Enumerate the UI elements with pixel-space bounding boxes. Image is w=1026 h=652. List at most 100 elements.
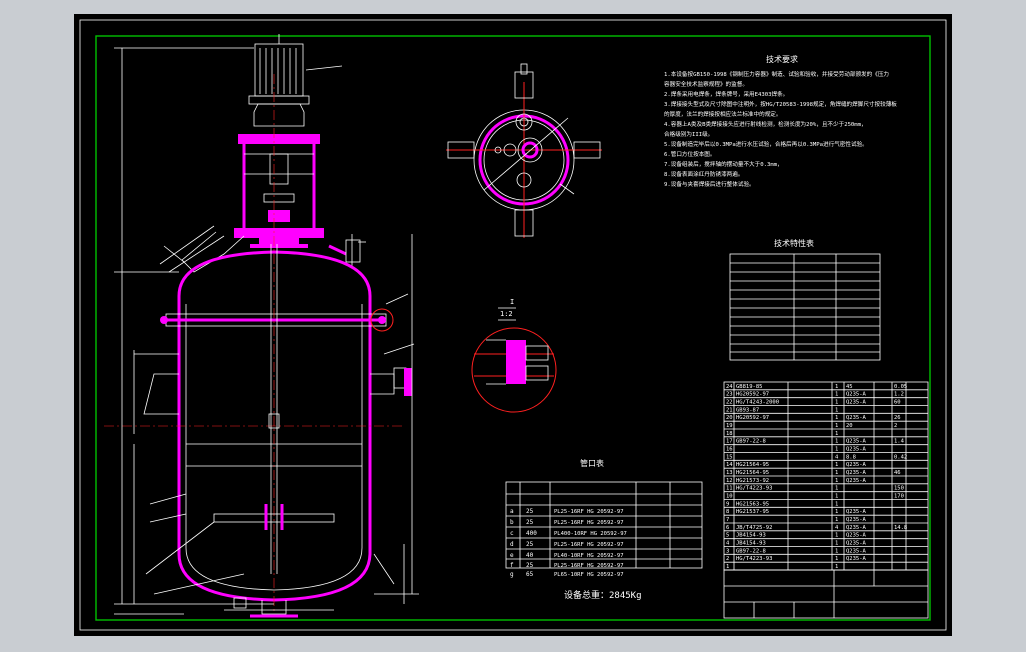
tech-req-line: 容器安全技术监察规程》的监督。 bbox=[664, 80, 748, 88]
parts-cell-no: 7 bbox=[726, 517, 729, 523]
parts-cell-mat: Q235-A bbox=[846, 517, 867, 523]
parts-cell-no: 15 bbox=[726, 454, 733, 460]
parts-cell-qty: 1 bbox=[835, 392, 838, 398]
parts-cell-no: 1 bbox=[726, 564, 729, 570]
nozzle-mark: e bbox=[510, 552, 514, 559]
parts-cell-mat: Q235-A bbox=[846, 548, 867, 554]
parts-cell-code: JB4154-93 bbox=[736, 541, 766, 547]
support-lug-left bbox=[143, 373, 179, 415]
parts-cell-qty: 1 bbox=[835, 400, 838, 406]
parts-cell-mat: 45 bbox=[846, 384, 853, 390]
parts-cell-no: 9 bbox=[726, 501, 729, 507]
nozzle-spec: PL25-16RF HG 20592-97 bbox=[554, 563, 624, 569]
parts-cell-no: 2 bbox=[726, 556, 729, 562]
parts-cell-qty: 1 bbox=[835, 423, 838, 429]
parts-cell-code: HG20592-97 bbox=[736, 392, 769, 398]
parts-cell-no: 20 bbox=[726, 415, 733, 421]
parts-cell-no: 23 bbox=[726, 392, 733, 398]
parts-cell-no: 13 bbox=[726, 470, 733, 476]
parts-cell-qty: 1 bbox=[835, 486, 838, 492]
parts-cell-code: HG21563-95 bbox=[736, 501, 769, 507]
tech-req-line: 5.设备制造完毕后以0.3MPa进行水压试验，合格后再以0.3MPa进行气密性试… bbox=[664, 140, 868, 148]
parts-cell-code: HG21573-92 bbox=[736, 478, 769, 484]
parts-cell-code: HG20592-97 bbox=[736, 415, 769, 421]
nozzle-mark: c bbox=[510, 530, 514, 537]
parts-cell-qty: 1 bbox=[835, 548, 838, 554]
parts-cell-no: 21 bbox=[726, 407, 733, 413]
parts-cell-w: 1.4 bbox=[894, 439, 905, 445]
tech-spec-table bbox=[729, 253, 881, 361]
nozzle-spec: PL25-16RF HG 20592-97 bbox=[554, 509, 624, 515]
parts-cell-code: HG21564-95 bbox=[736, 462, 769, 468]
parts-cell-code: HG/T4243-2000 bbox=[736, 400, 779, 406]
nozzle-dn: 400 bbox=[526, 530, 537, 537]
support-flange bbox=[234, 228, 324, 238]
parts-cell-qty: 1 bbox=[835, 517, 838, 523]
parts-cell-w: 46 bbox=[894, 470, 901, 476]
parts-cell-w: 1.2 bbox=[894, 392, 904, 398]
parts-cell-mat: Q235-A bbox=[846, 478, 867, 484]
parts-cell-qty: 1 bbox=[835, 439, 838, 445]
parts-cell-w: 14.8 bbox=[894, 525, 907, 531]
parts-cell-mat: Q235-A bbox=[846, 400, 867, 406]
parts-cell-mat: Q235-A bbox=[846, 392, 867, 398]
parts-cell-w: 150 bbox=[894, 486, 904, 492]
parts-cell-qty: 1 bbox=[835, 541, 838, 547]
parts-cell-code: GB97-22-8 bbox=[736, 548, 766, 554]
nozzle-spec: PL40-10RF HG 20592-97 bbox=[554, 553, 624, 559]
parts-cell-qty: 1 bbox=[835, 494, 838, 500]
parts-cell-qty: 1 bbox=[835, 384, 838, 390]
parts-cell-qty: 1 bbox=[835, 556, 838, 562]
nozzle-mark: a bbox=[510, 508, 514, 515]
parts-cell-code: GB97-22-8 bbox=[736, 439, 766, 445]
nozzle-spec: PL25-16RF HG 20592-97 bbox=[554, 542, 624, 548]
parts-cell-mat: 20 bbox=[846, 423, 853, 429]
tech-req-line: 6.管口方位按本图。 bbox=[664, 150, 716, 158]
nozzle-dn: 25 bbox=[526, 562, 534, 569]
detail-view-label: I bbox=[510, 298, 514, 306]
parts-cell-qty: 4 bbox=[835, 525, 839, 531]
parts-cell-mat: Q235-A bbox=[846, 470, 867, 476]
parts-cell-qty: 4 bbox=[835, 454, 839, 460]
engineering-drawing: 技术要求 1.本设备按GB150-1998《钢制压力容器》制造、试验和验收，并接… bbox=[79, 19, 947, 631]
nozzle-dn: 40 bbox=[526, 552, 534, 559]
tech-requirements-title: 技术要求 bbox=[766, 54, 798, 64]
parts-cell-qty: 1 bbox=[835, 509, 838, 515]
tech-req-line: 合格级别为III级。 bbox=[664, 130, 713, 138]
parts-cell-w: 0.05 bbox=[894, 384, 907, 390]
parts-cell-qty: 1 bbox=[835, 501, 838, 507]
parts-cell-mat: Q235-A bbox=[846, 509, 867, 515]
parts-cell-no: 8 bbox=[726, 509, 729, 515]
parts-cell-mat: Q235-A bbox=[846, 439, 867, 445]
parts-cell-no: 11 bbox=[726, 486, 733, 492]
parts-cell-code: HG21564-95 bbox=[736, 470, 769, 476]
nozzle-dn: 25 bbox=[526, 519, 534, 526]
nozzle-spec: PL400-10RF HG 20592-97 bbox=[554, 531, 627, 537]
nozzle-spec: PL25-16RF HG 20592-97 bbox=[554, 520, 624, 526]
parts-cell-code: HG/T4223-93 bbox=[736, 486, 772, 492]
parts-cell-qty: 1 bbox=[835, 407, 838, 413]
vessel-elevation bbox=[104, 34, 419, 618]
support-lug-right bbox=[370, 373, 395, 395]
parts-cell-w: 0.42 bbox=[894, 454, 907, 460]
nozzle-table-rows: a 25 PL25-16RF HG 20592-97 b 25 PL25-16R… bbox=[510, 508, 627, 578]
tech-requirements-lines: 1.本设备按GB150-1998《钢制压力容器》制造、试验和验收，并接受劳动部颁… bbox=[664, 70, 897, 188]
parts-cell-mat: Q235-A bbox=[846, 462, 867, 468]
nozzle-dn: 65 bbox=[526, 571, 534, 578]
parts-cell-qty: 1 bbox=[835, 447, 838, 453]
parts-list-rows: 24 GB819-85 1 45 0.0523 HG20592-97 1 Q235-A 1.22… bbox=[724, 384, 928, 571]
parts-cell-no: 6 bbox=[726, 525, 729, 531]
parts-cell-no: 22 bbox=[726, 400, 733, 406]
nozzle-mark: d bbox=[510, 541, 514, 548]
tech-spec-table-title: 技术特性表 bbox=[774, 238, 814, 248]
parts-cell-mat: Q235-A bbox=[846, 447, 867, 453]
parts-cell-w: 26 bbox=[894, 415, 901, 421]
parts-cell-qty: 1 bbox=[835, 470, 838, 476]
nozzle-mark: b bbox=[510, 519, 514, 526]
parts-cell-code: JB/T4725-92 bbox=[736, 525, 772, 531]
parts-cell-code: JB4154-93 bbox=[736, 533, 766, 539]
nozzle-dn: 25 bbox=[526, 508, 534, 515]
parts-cell-mat: Q235-A bbox=[846, 533, 867, 539]
tech-req-line: 的厚度，法兰的焊接按相应法兰标准中的规定。 bbox=[664, 110, 781, 118]
total-weight: 设备总重：2845Kg bbox=[564, 589, 642, 601]
